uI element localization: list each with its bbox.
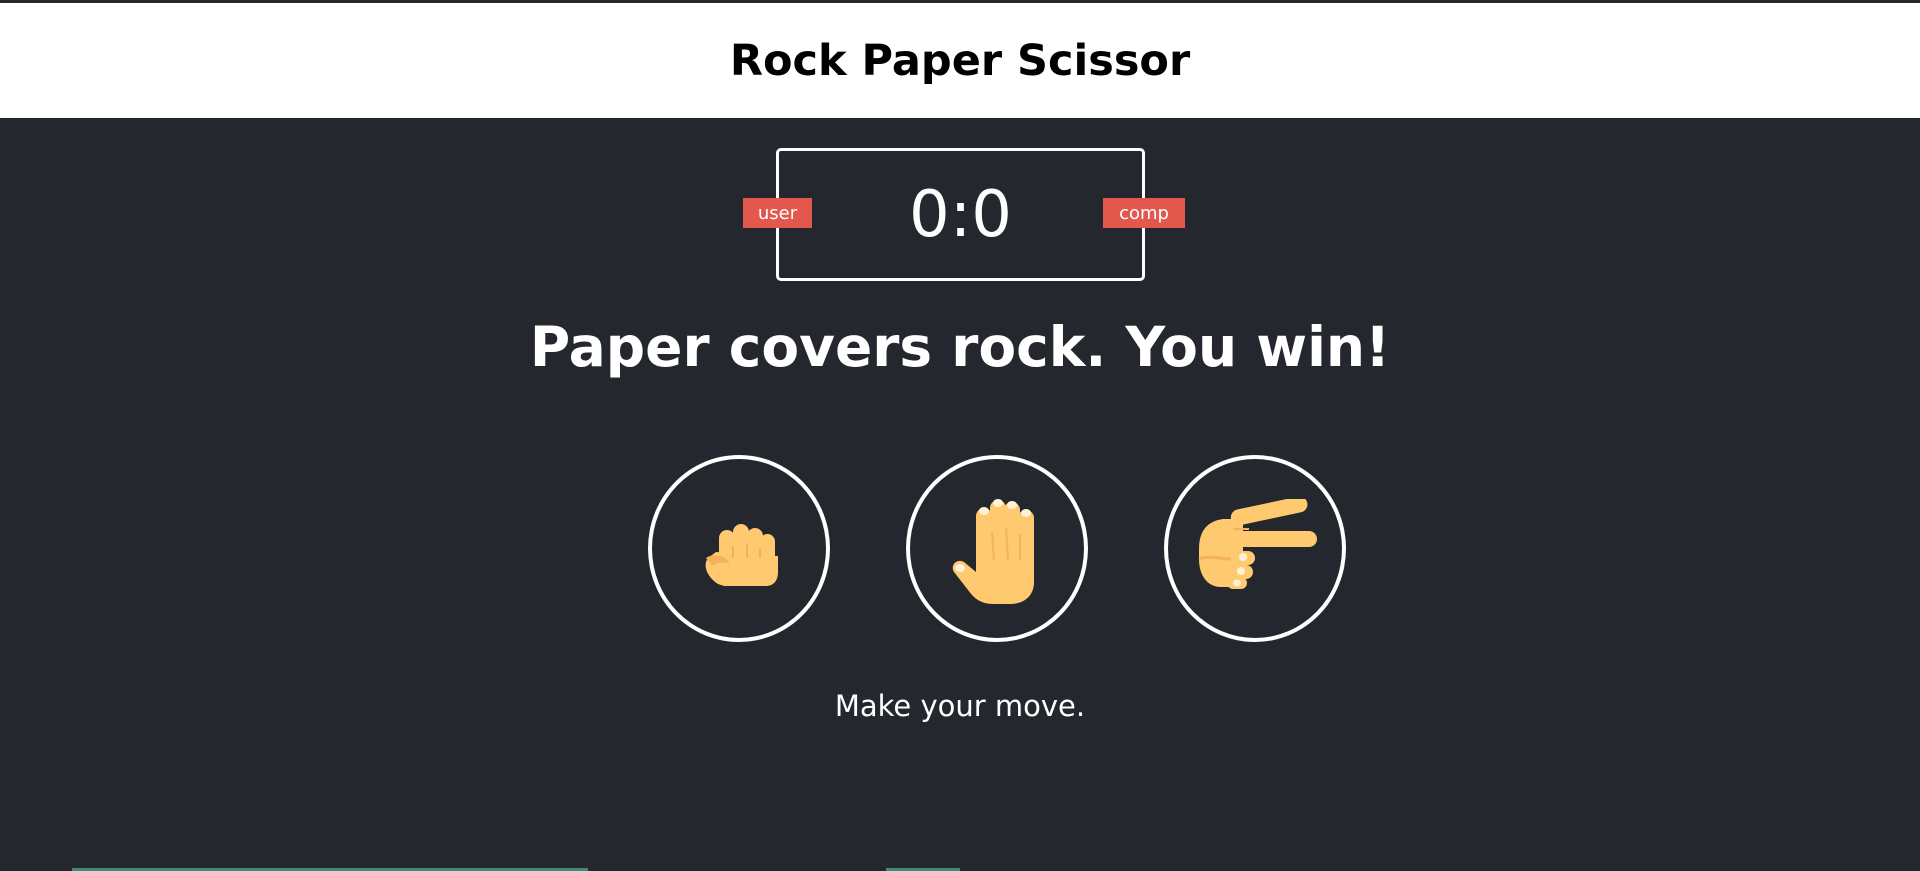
rock-choice-button[interactable]	[648, 455, 830, 642]
result-message: Paper covers rock. You win!	[529, 315, 1391, 379]
user-badge: user	[743, 198, 812, 228]
page-title: Rock Paper Scissor	[729, 35, 1191, 86]
raised-fist-icon	[705, 523, 778, 586]
paper-choice-button[interactable]	[906, 455, 1088, 642]
header-bar: Rock Paper Scissor	[0, 0, 1920, 118]
scoreboard: 0:0	[776, 148, 1145, 281]
raised-hand-icon	[952, 498, 1034, 604]
scissors-choice-button[interactable]	[1164, 455, 1346, 642]
victory-hand-icon	[1198, 498, 1317, 589]
action-message: Make your move.	[834, 689, 1086, 723]
score-display: 0:0	[909, 177, 1012, 252]
comp-badge: comp	[1103, 198, 1185, 228]
